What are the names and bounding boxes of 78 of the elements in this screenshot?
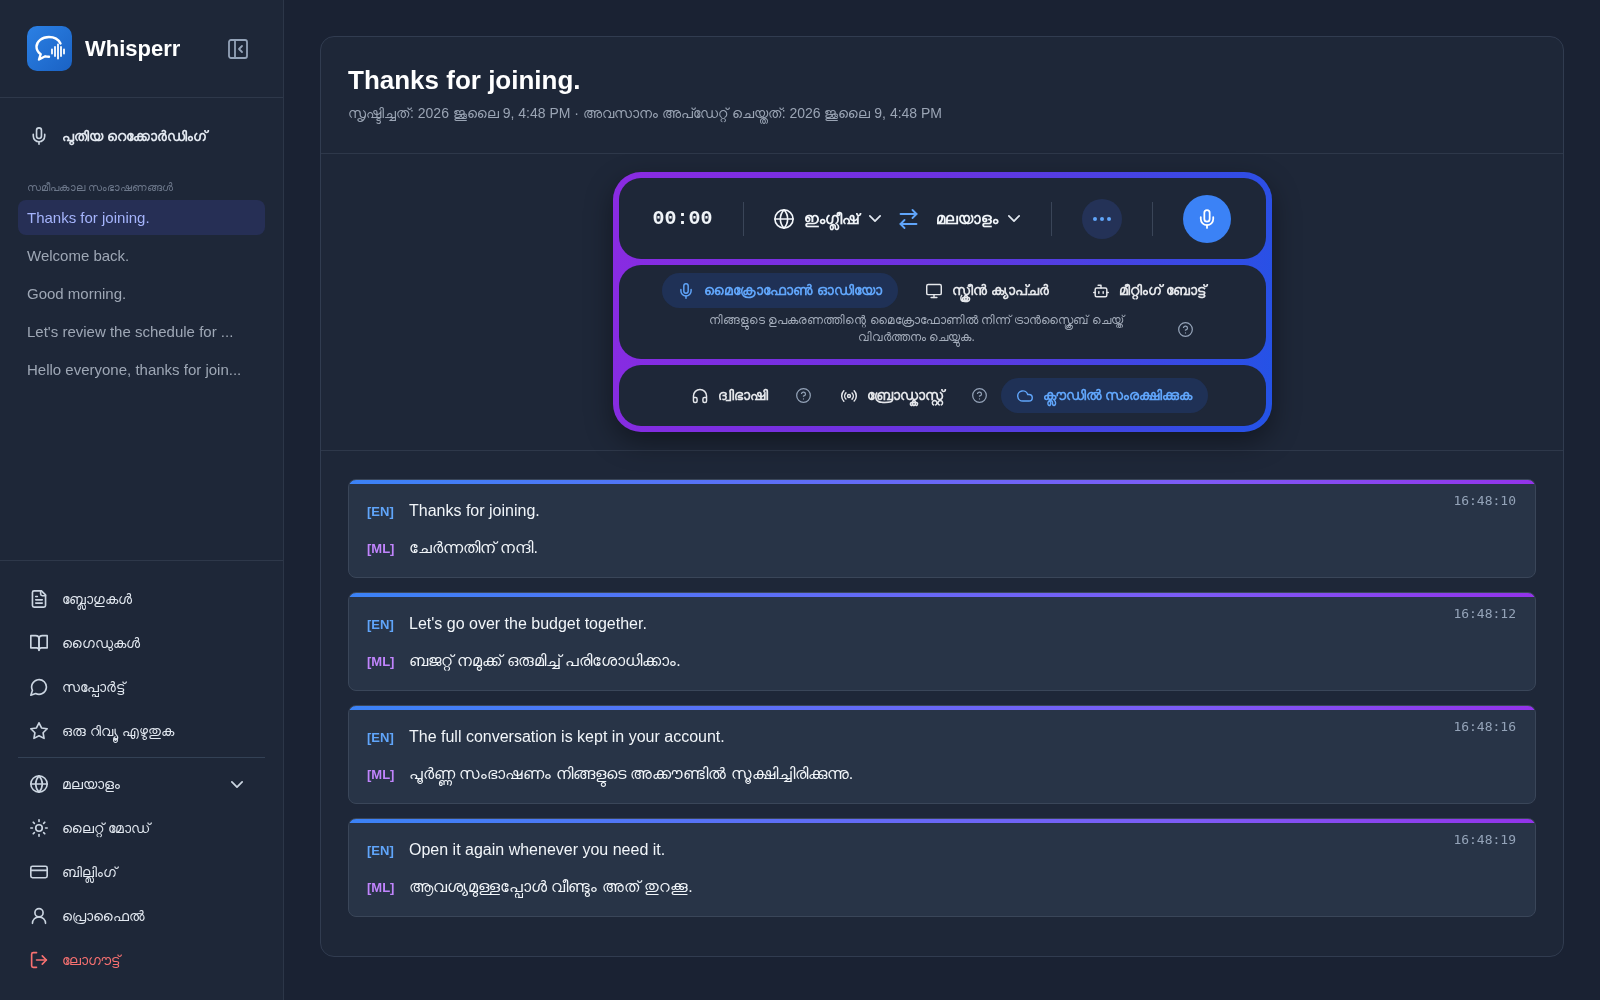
- chevron-down-icon: [231, 780, 243, 788]
- option-toggle[interactable]: ക്ലൗഡിൽ സംരക്ഷിക്കുക: [1000, 378, 1209, 413]
- timestamp: 16:48:19: [1453, 832, 1516, 847]
- nav-link[interactable]: പ്രൊഫൈൽ: [18, 894, 265, 938]
- timestamp: 16:48:10: [1453, 493, 1516, 508]
- new-recording-button[interactable]: പുതിയ റെക്കോർഡിംഗ്: [18, 114, 265, 158]
- language-code: [ML]: [367, 540, 396, 556]
- theme-toggle[interactable]: ലൈറ്റ് മോഡ്: [18, 806, 265, 850]
- conversation-meta: സൃഷ്ടിച്ചത്: 2026 ജൂലൈ 9, 4:48 PM · അവസാനം അപ്ഡേറ്റ് ചെയ്തത്: 2026 ജൂലൈ 9, 4:48 PM: [348, 103, 1536, 123]
- source-tab[interactable]: മീറ്റിംഗ് ബോട്ട്: [1076, 273, 1222, 308]
- source-language-select[interactable]: ഇംഗ്ലീഷ്: [774, 208, 882, 229]
- help-icon[interactable]: [1177, 321, 1193, 337]
- chevron-down-icon: [1008, 215, 1021, 222]
- language-code: [EN]: [367, 842, 395, 858]
- language-code: [EN]: [367, 729, 395, 745]
- section-heading: സമീപകാല സംഭാഷണങ്ങൾ: [27, 180, 175, 194]
- logout-icon: [30, 951, 48, 969]
- swap-arrows-icon: [899, 208, 919, 229]
- credit-card-icon: [30, 863, 48, 881]
- language-code: [ML]: [367, 879, 396, 895]
- timer: 00:00: [652, 207, 713, 230]
- microphone-icon: [30, 127, 48, 145]
- nav-link[interactable]: ബ്ലോഗുകൾ: [18, 577, 265, 621]
- transcript-text: ചേർന്നതിന് നന്ദി.: [409, 539, 538, 557]
- cloud-icon: [1016, 387, 1033, 404]
- transcript-text: Open it again whenever you need it.: [409, 841, 666, 859]
- nav-link[interactable]: സപ്പോർട്ട്: [18, 665, 265, 709]
- source-tab[interactable]: സ്ക്രീൻ ക്യാപ്ചർ: [910, 273, 1065, 308]
- transcript-text: ബജറ്റ് നമുക്ക് ഒരുമിച്ച് പരിശോധിക്കാം.: [409, 652, 681, 670]
- monitor-icon: [926, 282, 943, 299]
- globe-icon: [774, 208, 795, 229]
- language-code: [EN]: [367, 616, 395, 632]
- timestamp: 16:48:16: [1453, 719, 1516, 734]
- conversation-item[interactable]: Good morning.: [18, 276, 265, 311]
- speech-bubble-logo-icon: [27, 26, 72, 71]
- nav-link[interactable]: ഗൈഡുകൾ: [18, 621, 265, 665]
- microphone-icon: [678, 282, 695, 299]
- sun-icon: [30, 819, 48, 837]
- language-code: [EN]: [367, 503, 395, 519]
- option-toggle[interactable]: ബ്രോഡ്കാസ്റ്റ്: [824, 378, 960, 413]
- help-icon[interactable]: [795, 388, 811, 403]
- source-description: നിങ്ങളുടെ ഉപകരണത്തിന്റെ മൈക്രോഫോണിൽ നിന്ന് ട്രാൻസ്ക്രൈബ് ചെയ്ത് വിവർത്തനം ചെയ്യുക.: [691, 312, 1142, 346]
- source-tab[interactable]: മൈക്രോഫോൺ ഓഡിയോ: [662, 273, 899, 308]
- swap-languages-button[interactable]: [899, 208, 919, 229]
- language-code: [ML]: [367, 653, 396, 669]
- broadcast-icon: [840, 387, 857, 404]
- collapse-sidebar-button[interactable]: [228, 38, 248, 59]
- conversation-item[interactable]: Thanks for joining.: [18, 200, 265, 235]
- conversation-item[interactable]: Welcome back.: [18, 238, 265, 273]
- language-code: [ML]: [367, 766, 396, 782]
- app-name: Whisperr: [85, 35, 181, 62]
- conversation-title: Thanks for joining.: [348, 64, 582, 97]
- robot-icon: [1092, 282, 1109, 299]
- conversation-item[interactable]: Hello everyone, thanks for join...: [18, 352, 265, 387]
- conversation-item[interactable]: Let's review the schedule for ...: [18, 314, 265, 349]
- nav-link[interactable]: ബില്ലിംഗ്: [18, 850, 265, 894]
- nav-link[interactable]: ഒരു റിവ്യൂ എഴുതുക: [18, 709, 265, 753]
- headphones-icon: [691, 387, 708, 404]
- help-icon[interactable]: [971, 388, 987, 403]
- person-icon: [30, 907, 48, 925]
- open-book-icon: [30, 634, 48, 652]
- language-select[interactable]: മലയാളം: [18, 762, 265, 806]
- option-toggle[interactable]: ദ്വിഭാഷി: [675, 378, 784, 413]
- logout-button[interactable]: ലോഗൗട്ട്: [18, 938, 265, 982]
- target-language-select[interactable]: മലയാളം: [936, 209, 1021, 228]
- chat-bubble-icon: [30, 678, 48, 696]
- star-icon: [30, 722, 48, 740]
- chevron-down-icon: [869, 215, 882, 222]
- transcript-text: Thanks for joining.: [409, 502, 540, 520]
- document-icon: [30, 590, 48, 608]
- panel-collapse-icon: [228, 38, 248, 59]
- transcript-text: ആവശ്യമുള്ളപ്പോൾ വീണ്ടും അത് തുറക്കൂ.: [409, 878, 693, 896]
- transcript-text: Let's go over the budget together.: [409, 615, 647, 633]
- globe-icon: [30, 775, 48, 793]
- timestamp: 16:48:12: [1453, 606, 1516, 621]
- microphone-icon: [1199, 208, 1216, 229]
- more-dots-icon: [1092, 216, 1111, 221]
- transcript-text: The full conversation is kept in your account.: [409, 728, 725, 746]
